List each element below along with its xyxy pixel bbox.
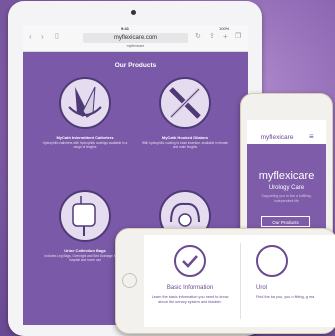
hero-tagline: Supporting you to live a fulfilling, ind… — [261, 194, 312, 203]
products-heading: Our Products — [114, 62, 157, 69]
hero-brand: myflexicare — [258, 170, 315, 182]
site-logo[interactable]: myflexicare — [247, 134, 307, 141]
ipad-camera — [131, 10, 136, 15]
info-icon — [256, 245, 288, 277]
product-name[interactable]: MyCath Intermittent Catheters — [35, 135, 135, 140]
iphone-landscape-screen: Basic Information Learn the basic inform… — [144, 235, 335, 327]
divider — [240, 243, 241, 319]
home-button — [122, 273, 137, 288]
address-bar[interactable]: myflexicare.com — [83, 33, 188, 43]
safari-toolbar: 9:41 100% ‹ › ▯ myflexicare.com ↻ ⇪ + ❐ … — [23, 25, 248, 52]
product-desc: With hydrophilic coating to ease inserti… — [141, 141, 229, 149]
hero-subtitle: Urology Care — [268, 185, 305, 191]
urine-bag-icon[interactable] — [59, 190, 111, 242]
status-battery: 100% — [219, 26, 230, 31]
menu-icon[interactable]: ≡ — [309, 132, 314, 141]
hero-background: { "ipad": { "status": {"time": "9:41", "… — [0, 0, 335, 336]
card-title[interactable]: Urol — [256, 285, 267, 291]
our-products-button[interactable]: Our Products — [261, 216, 310, 227]
dilator-icon[interactable] — [159, 77, 211, 129]
status-time: 9:41 — [121, 26, 130, 31]
bookmarks-icon[interactable]: ▯ — [55, 32, 59, 42]
forward-icon[interactable]: › — [41, 32, 44, 42]
reload-icon[interactable]: ↻ — [195, 32, 201, 42]
back-icon[interactable]: ‹ — [29, 32, 32, 42]
product-desc: Hydrophilic catheters with hydrophilic c… — [42, 141, 128, 149]
card-title[interactable]: Basic Information — [144, 285, 236, 291]
tabs-icon[interactable]: ❐ — [235, 32, 241, 42]
new-tab-icon[interactable]: + — [223, 32, 228, 42]
share-icon[interactable]: ⇪ — [209, 32, 215, 42]
iphone-landscape-device: Basic Information Learn the basic inform… — [115, 228, 335, 334]
tab-title: myflexicare — [126, 44, 145, 48]
card-desc: Learn the basic information you need to … — [151, 295, 229, 304]
card-desc: Find the ba you, you n fitting, g ma — [256, 295, 315, 299]
checkmark-icon — [174, 245, 206, 277]
site-header: myflexicare ≡ — [247, 120, 326, 144]
catheter-icon[interactable] — [59, 77, 111, 129]
product-name[interactable]: MyCath Hooked Dilators — [135, 135, 235, 140]
